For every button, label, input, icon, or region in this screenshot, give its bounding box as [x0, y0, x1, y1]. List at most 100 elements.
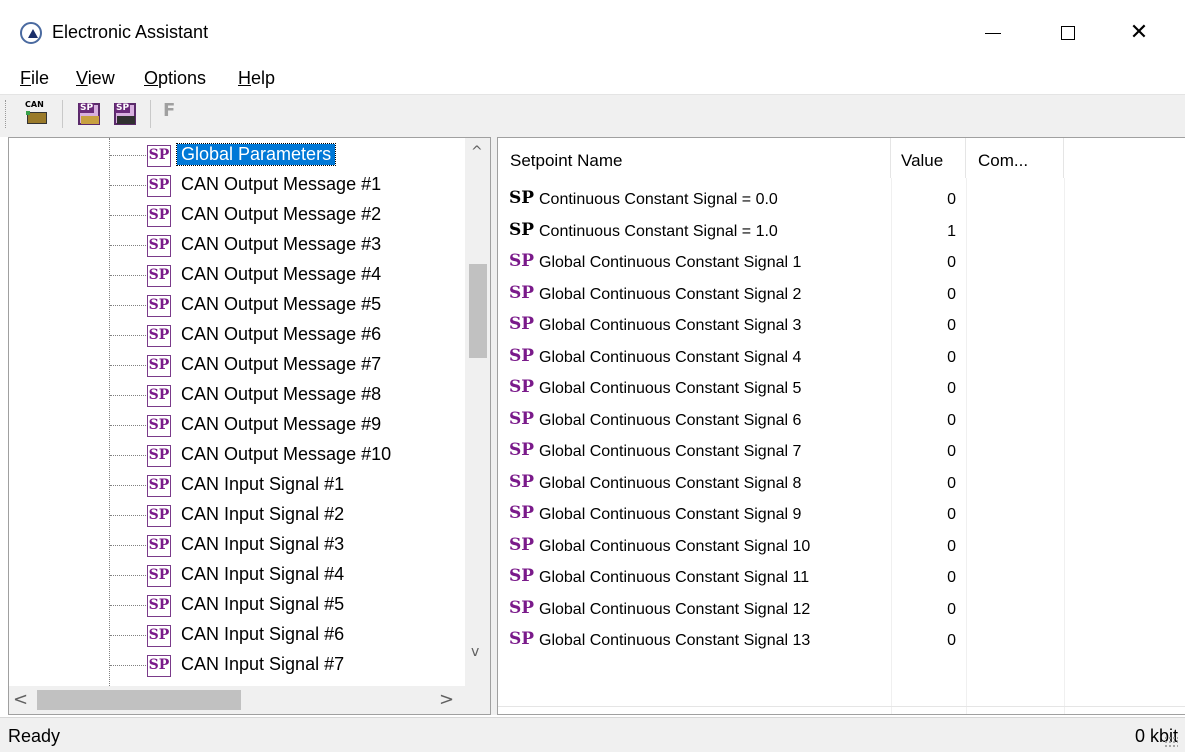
setpoint-icon: SP: [147, 385, 171, 407]
tree-connector: [110, 215, 148, 216]
setpoint-value[interactable]: 1: [891, 223, 956, 241]
setpoint-name: Global Continuous Constant Signal 5: [539, 380, 802, 397]
menu-file[interactable]: File: [18, 68, 51, 89]
setpoint-icon: SP: [509, 282, 535, 303]
setpoint-icon: SP: [509, 345, 535, 366]
tree-item[interactable]: SP CAN Output Message #4: [9, 262, 461, 292]
toolbar: [0, 94, 1185, 137]
setpoint-icon: SP: [147, 175, 171, 197]
setpoint-icon: SP: [147, 595, 171, 617]
setpoint-value[interactable]: 0: [891, 506, 956, 524]
minimize-icon: [985, 32, 1001, 34]
setpoint-value[interactable]: 0: [891, 317, 956, 335]
tree-item[interactable]: SP CAN Output Message #10: [9, 442, 461, 472]
tree-item[interactable]: SP Global Parameters: [9, 142, 461, 172]
table-row[interactable]: SP Continuous Constant Signal = 1.0 1: [498, 214, 1185, 246]
table-row[interactable]: SP Global Continuous Constant Signal 12 0: [498, 592, 1185, 624]
menu-view-mnemonic: V: [76, 68, 88, 88]
save-setpoint-button[interactable]: SP: [112, 100, 140, 128]
close-button[interactable]: ✕: [1116, 14, 1162, 52]
can-connect-icon-text: CAN: [25, 100, 44, 109]
tree-item[interactable]: SP CAN Output Message #8: [9, 382, 461, 412]
table-row[interactable]: SP Global Continuous Constant Signal 3 0: [498, 308, 1185, 340]
table-row[interactable]: SP Continuous Constant Signal = 0.0 0: [498, 182, 1185, 214]
column-header-value[interactable]: Value: [891, 138, 966, 178]
menu-options[interactable]: Options: [142, 68, 208, 89]
setpoint-value[interactable]: 0: [891, 254, 956, 272]
setpoint-icon: SP: [509, 188, 535, 208]
resize-grip-icon[interactable]: [1164, 736, 1178, 748]
table-row[interactable]: SP Global Continuous Constant Signal 13 0: [498, 623, 1185, 655]
app-logo-icon[interactable]: [20, 22, 42, 44]
scroll-left-icon[interactable]: <: [13, 689, 28, 710]
scroll-thumb[interactable]: [469, 264, 487, 358]
tree-item[interactable]: SP CAN Input Signal #4: [9, 562, 461, 592]
menu-help-mnemonic: H: [238, 68, 251, 88]
tree-item[interactable]: SP CAN Input Signal #2: [9, 502, 461, 532]
tree-item[interactable]: SP CAN Input Signal #3: [9, 532, 461, 562]
scroll-right-icon[interactable]: >: [439, 689, 454, 710]
tree-item[interactable]: SP CAN Input Signal #5: [9, 592, 461, 622]
setpoint-value[interactable]: 0: [891, 601, 956, 619]
tree-item[interactable]: SP CAN Output Message #7: [9, 352, 461, 382]
table-row[interactable]: SP Global Continuous Constant Signal 9 0: [498, 497, 1185, 529]
tree-item[interactable]: SP CAN Input Signal #1: [9, 472, 461, 502]
tree-item[interactable]: SP CAN Input Signal #7: [9, 652, 461, 682]
menu-view[interactable]: View: [74, 68, 117, 89]
setpoint-value[interactable]: 0: [891, 412, 956, 430]
table-row[interactable]: SP Global Continuous Constant Signal 1 0: [498, 245, 1185, 277]
scroll-thumb[interactable]: [37, 690, 241, 710]
setpoint-value[interactable]: 0: [891, 191, 956, 209]
setpoint-value[interactable]: 0: [891, 475, 956, 493]
tree-item[interactable]: SP CAN Output Message #3: [9, 232, 461, 262]
minimize-button[interactable]: [970, 14, 1016, 52]
open-setpoint-button[interactable]: SP: [76, 100, 104, 128]
setpoint-icon: SP: [509, 471, 535, 492]
setpoint-icon: SP: [147, 325, 171, 347]
tree-item[interactable]: SP CAN Output Message #9: [9, 412, 461, 442]
grid-line: [498, 706, 1185, 707]
can-plug-icon: [26, 111, 47, 124]
table-row[interactable]: SP Global Continuous Constant Signal 10 0: [498, 529, 1185, 561]
tree-item-label: CAN Output Message #10: [181, 444, 392, 464]
maximize-button[interactable]: [1045, 14, 1091, 52]
setpoint-value[interactable]: 0: [891, 538, 956, 556]
tree-vertical-scrollbar[interactable]: ^ v: [465, 138, 490, 668]
setpoint-value[interactable]: 0: [891, 286, 956, 304]
table-row[interactable]: SP Global Continuous Constant Signal 2 0: [498, 277, 1185, 309]
table-row[interactable]: SP Global Continuous Constant Signal 7 0: [498, 434, 1185, 466]
can-connect-button[interactable]: CAN: [25, 100, 53, 128]
tree-horizontal-scrollbar[interactable]: < >: [9, 686, 465, 714]
tree-item-label: CAN Output Message #8: [181, 384, 382, 404]
setpoint-value[interactable]: 0: [891, 380, 956, 398]
scroll-up-icon[interactable]: ^: [471, 144, 483, 160]
setpoint-value[interactable]: 0: [891, 569, 956, 587]
table-row[interactable]: SP Global Continuous Constant Signal 11 0: [498, 560, 1185, 592]
toolbar-separator: [62, 100, 63, 128]
setpoint-name: Continuous Constant Signal = 0.0: [539, 191, 778, 208]
setpoint-value[interactable]: 0: [891, 349, 956, 367]
tree-item[interactable]: SP CAN Input Signal #6: [9, 622, 461, 652]
table-row[interactable]: SP Global Continuous Constant Signal 5 0: [498, 371, 1185, 403]
tree-item[interactable]: SP CAN Output Message #5: [9, 292, 461, 322]
toolbar-grip[interactable]: [5, 100, 8, 128]
column-header-comment[interactable]: Com...: [966, 138, 1064, 178]
tree-item[interactable]: SP CAN Output Message #1: [9, 172, 461, 202]
table-row[interactable]: SP Global Continuous Constant Signal 4 0: [498, 340, 1185, 372]
column-header-setpoint-name[interactable]: Setpoint Name: [498, 138, 891, 178]
table-row[interactable]: SP Global Continuous Constant Signal 6 0: [498, 403, 1185, 435]
tree-connector: [110, 365, 148, 366]
tree-item[interactable]: SP CAN Output Message #6: [9, 322, 461, 352]
menu-help[interactable]: Help: [236, 68, 277, 89]
flash-button[interactable]: F: [163, 100, 175, 121]
tree-connector: [110, 245, 148, 246]
table-row[interactable]: SP Global Continuous Constant Signal 8 0: [498, 466, 1185, 498]
setpoint-value[interactable]: 0: [891, 443, 956, 461]
setpoint-tree[interactable]: SP Global Parameters SP CAN Output Message …: [8, 137, 491, 715]
tree-item[interactable]: SP CAN Output Message #2: [9, 202, 461, 232]
menu-help-label: elp: [251, 68, 276, 88]
setpoint-icon: SP: [509, 503, 535, 523]
setpoint-list[interactable]: Setpoint Name Value Com... SP Continuous …: [497, 137, 1185, 715]
scroll-down-icon[interactable]: v: [471, 644, 479, 660]
setpoint-value[interactable]: 0: [891, 632, 956, 650]
